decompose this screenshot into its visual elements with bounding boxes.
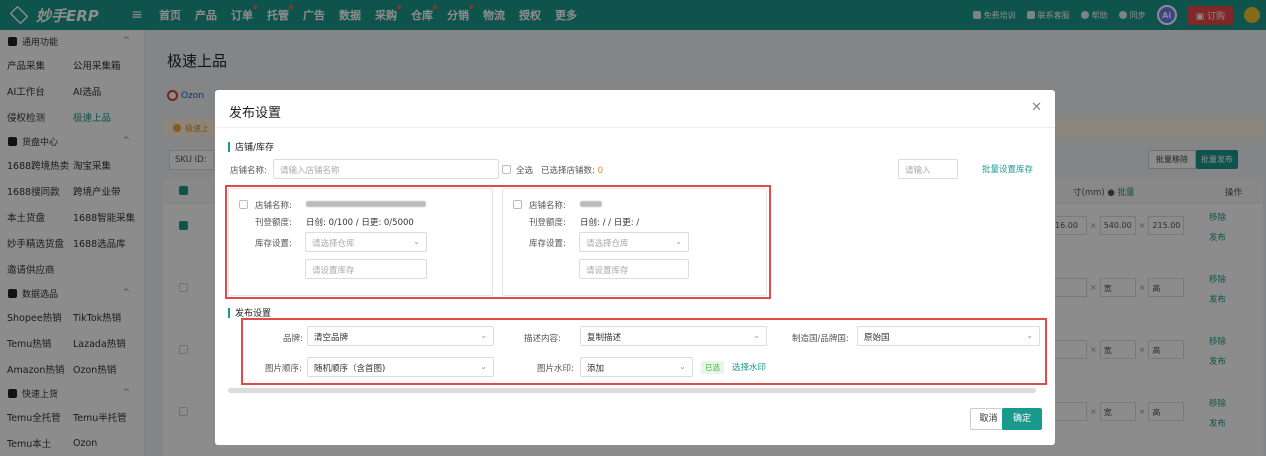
batch-stock-link[interactable]: 批量设置库存 [982, 163, 1033, 175]
select-all-label: 全选 [516, 166, 534, 176]
selected-count-value: 0 [597, 166, 603, 176]
store-section-label: 店铺/库存 [235, 143, 275, 153]
highlight-box-stores [225, 185, 771, 299]
store-name-label: 店铺名称: [230, 166, 267, 176]
select-all-stores-checkbox[interactable] [502, 165, 511, 174]
highlight-box-publish [241, 318, 1047, 385]
dialog-title: 发布设置 [229, 106, 282, 121]
dialog-divider [215, 127, 1055, 128]
confirm-button[interactable]: 确定 [1002, 408, 1042, 430]
close-icon[interactable]: ✕ [1031, 100, 1042, 115]
stock-input[interactable]: 请输入 [898, 159, 958, 179]
store-name-input[interactable]: 请输入店铺名称 [273, 159, 499, 179]
horizontal-scrollbar[interactable] [228, 388, 1036, 393]
selected-count: 已选择店铺数: 0 [541, 164, 603, 176]
section-bar [228, 307, 230, 318]
publish-settings-dialog: 发布设置 ✕ 店铺/库存 店铺名称: 请输入店铺名称 全选 已选择店铺数: 0 … [215, 90, 1055, 445]
store-section-title: 店铺/库存 [228, 140, 274, 153]
selected-count-label: 已选择店铺数: [541, 166, 595, 176]
section-bar [228, 141, 230, 152]
